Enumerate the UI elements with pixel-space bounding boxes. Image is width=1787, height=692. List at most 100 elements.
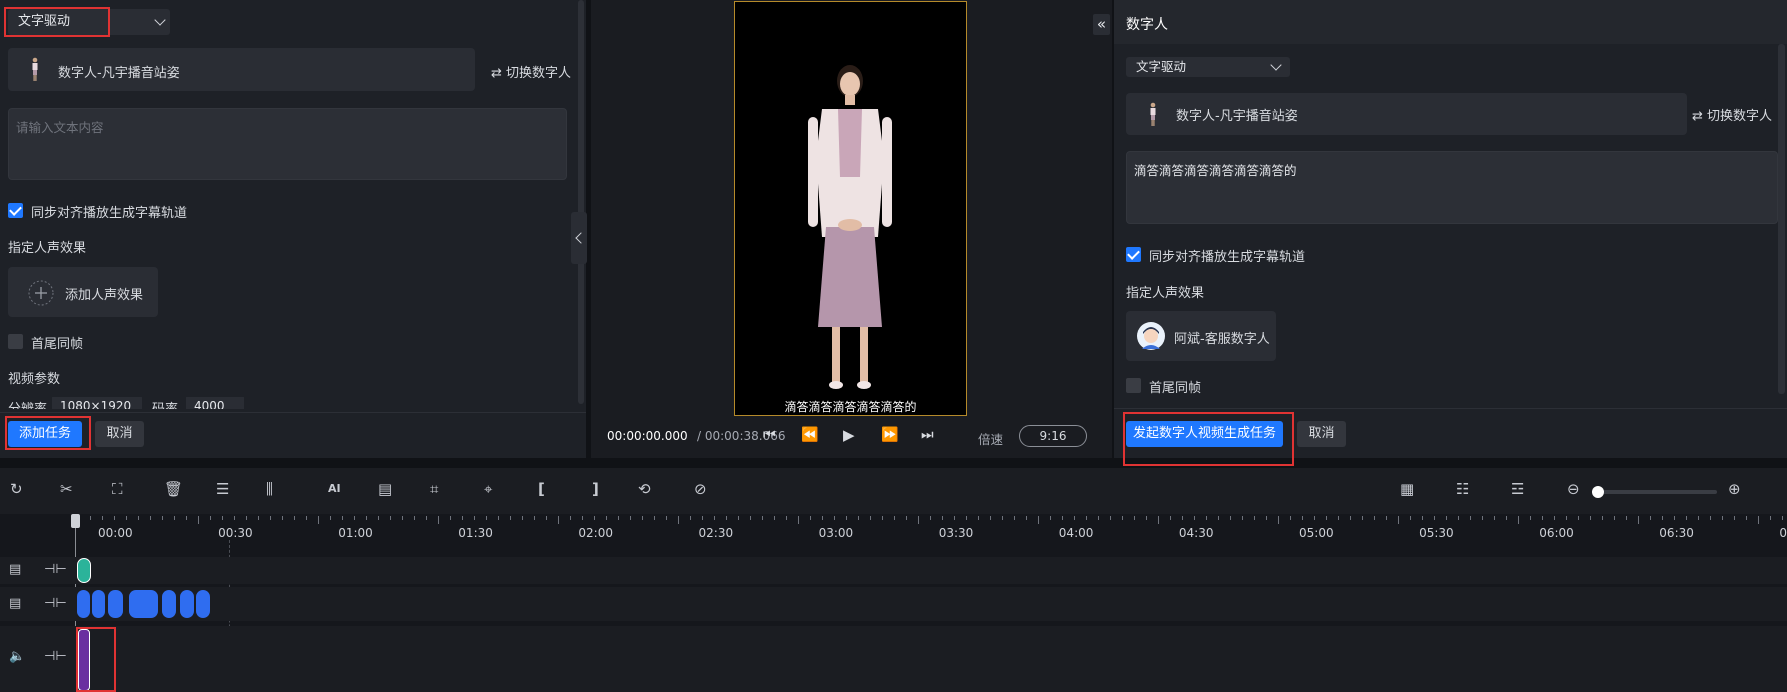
timeline-clip[interactable]: [129, 590, 158, 618]
timeline-clip[interactable]: [77, 590, 90, 618]
collapse-left-handle[interactable]: [571, 212, 587, 264]
head-tail-checkbox[interactable]: [8, 334, 23, 349]
ruler-tick-mark: [1134, 516, 1135, 520]
ruler-tick-mark: [270, 516, 271, 520]
digital-human-name: 数字人-凡宇播音站姿: [58, 66, 180, 81]
mode-select[interactable]: 文字驱动: [8, 9, 170, 35]
ruler-tick-mark: [462, 516, 463, 520]
ruler-tick-mark: [558, 516, 559, 524]
fast-forward-icon[interactable]: ⏩: [881, 427, 898, 443]
digital-human-figure: [808, 65, 892, 389]
trash-icon[interactable]: 🗑: [164, 480, 183, 498]
ruler-tick-mark: [318, 516, 319, 524]
ai-icon[interactable]: AI: [328, 482, 341, 495]
editing-toolbar: ↻ ✂ ⛶ 🗑 ☰ ⫼ AI ▤ ⌗ ⌖ [ ] ⟲ ⊘ ▦ ☷ ☲ ⊖ ⊕: [0, 468, 1787, 514]
track-split-icon[interactable]: ⊣⊢: [44, 596, 67, 611]
zoom-in-icon[interactable]: ⊕: [1728, 480, 1741, 498]
ruler-tick-mark: [1374, 516, 1375, 520]
location-icon[interactable]: ⌖: [484, 480, 492, 498]
ruler-tick-mark: [1266, 516, 1267, 520]
waveform-icon[interactable]: ⫼: [266, 480, 273, 498]
ruler-tick-mark: [234, 516, 235, 520]
align-icon[interactable]: ☷: [1456, 480, 1469, 498]
track-split-icon[interactable]: ⊣⊢: [44, 562, 67, 577]
right-cancel-button[interactable]: 取消: [1297, 421, 1346, 447]
right-mode-select[interactable]: 文字驱动: [1126, 57, 1290, 77]
right-title: 数字人: [1126, 17, 1168, 33]
ruler-tick-mark: [294, 516, 295, 520]
switch-digital-human-link[interactable]: ⇄ 切换数字人: [491, 62, 571, 81]
ruler-tick-mark: [342, 516, 343, 520]
ruler-tick-mark: [810, 516, 811, 520]
left-cancel-button[interactable]: 取消: [95, 421, 144, 447]
left-scrollbar[interactable]: [578, 0, 584, 404]
right-sync-subtitle-checkbox[interactable]: [1126, 247, 1141, 262]
ruler-tick-mark: [1230, 516, 1231, 520]
ruler-tick-mark: [1746, 516, 1747, 520]
play-icon[interactable]: ▶: [843, 426, 855, 444]
skip-forward-icon[interactable]: ⏭: [921, 427, 934, 443]
sync-subtitle-checkbox[interactable]: [8, 203, 23, 218]
ruler-tick-mark: [1698, 516, 1699, 520]
add-task-button[interactable]: 添加任务: [8, 421, 82, 447]
double-chevron-left-icon[interactable]: «: [1093, 14, 1110, 35]
rewind-icon[interactable]: ⏪: [801, 427, 818, 443]
speed-label[interactable]: 倍速: [978, 429, 1003, 448]
ruler-tick-mark: [486, 516, 487, 520]
right-head-tail-checkbox[interactable]: [1126, 378, 1141, 393]
editor-root: 文字驱动 数字人-凡宇播音站姿 ⇄ 切换数字人 请输入文本内容 同步对齐播放生成…: [0, 0, 1787, 692]
redo-icon[interactable]: ↻: [10, 480, 23, 498]
ruler-tick-mark: [1662, 516, 1663, 520]
ruler-tick-mark: [426, 516, 427, 520]
crop2-icon[interactable]: ⌗: [430, 480, 438, 498]
bitrate-select[interactable]: 4000: [186, 397, 244, 409]
menu-icon[interactable]: ☲: [1511, 480, 1524, 498]
ruler-tick-mark: [1614, 516, 1615, 520]
timeline-clip[interactable]: [162, 590, 176, 618]
ruler-tick-mark: [1182, 516, 1183, 520]
ruler-tick-mark: [1338, 516, 1339, 520]
ruler-tick-mark: [1074, 516, 1075, 520]
time-ruler[interactable]: 00:00 00:30 01:00 01:30 02:00 02:30 03:00 03:30…: [0, 514, 1787, 540]
timeline-clip[interactable]: [180, 590, 194, 618]
aspect-ratio-button[interactable]: 9:16: [1019, 425, 1087, 447]
right-text-input[interactable]: 滴答滴答滴答滴答滴答滴答的: [1126, 151, 1778, 224]
submit-generation-button[interactable]: 发起数字人视频生成任务: [1126, 421, 1283, 447]
ruler-tick-mark: [246, 516, 247, 520]
resolution-select[interactable]: 1080×1920: [52, 397, 142, 409]
right-scrollbar[interactable]: [1778, 44, 1785, 394]
zoom-slider-handle[interactable]: [1592, 486, 1604, 498]
text-input[interactable]: 请输入文本内容: [8, 108, 567, 180]
link-icon[interactable]: ⊘: [694, 480, 707, 498]
bracket-left-icon[interactable]: [: [538, 480, 545, 498]
playhead-handle[interactable]: [71, 514, 80, 528]
video-preview[interactable]: 滴答滴答滴答滴答滴答的: [734, 1, 967, 416]
right-switch-digital-human-link[interactable]: ⇄ 切换数字人: [1692, 105, 1772, 124]
document-icon[interactable]: ▤: [378, 480, 392, 498]
timeline-clip[interactable]: [196, 590, 210, 618]
audio-clip[interactable]: [78, 629, 90, 691]
bracket-right-icon[interactable]: ]: [592, 480, 599, 498]
crop-icon[interactable]: ⛶: [112, 480, 123, 498]
ruler-tick-mark: [714, 516, 715, 520]
ruler-tick-label: 00:30: [218, 526, 253, 540]
list-music-icon[interactable]: ☰: [216, 480, 229, 498]
rotate-icon[interactable]: ⟲: [638, 480, 651, 498]
timeline-clip[interactable]: [108, 590, 123, 618]
zoom-out-icon[interactable]: ⊖: [1567, 480, 1580, 498]
bars-icon[interactable]: ▦: [1400, 480, 1414, 498]
digital-human-card[interactable]: 数字人-凡宇播音站姿: [8, 48, 475, 91]
skip-back-icon[interactable]: ⏮: [763, 427, 776, 443]
ruler-tick-mark: [1014, 516, 1015, 520]
right-digital-human-card[interactable]: 数字人-凡宇播音站姿: [1126, 93, 1687, 135]
zoom-slider[interactable]: [1592, 486, 1717, 498]
timeline-clip[interactable]: [92, 590, 105, 618]
scissors-icon[interactable]: ✂: [60, 480, 73, 498]
ruler-tick-label: 02:00: [578, 526, 613, 540]
ruler-tick-mark: [378, 516, 379, 520]
ruler-tick-mark: [786, 516, 787, 520]
track-split-icon[interactable]: ⊣⊢: [44, 649, 67, 664]
add-voice-effect-button[interactable]: 添加人声效果: [8, 267, 158, 317]
timeline-clip[interactable]: [77, 558, 91, 583]
voice-effect-card[interactable]: 阿斌-客服数字人: [1126, 311, 1276, 361]
